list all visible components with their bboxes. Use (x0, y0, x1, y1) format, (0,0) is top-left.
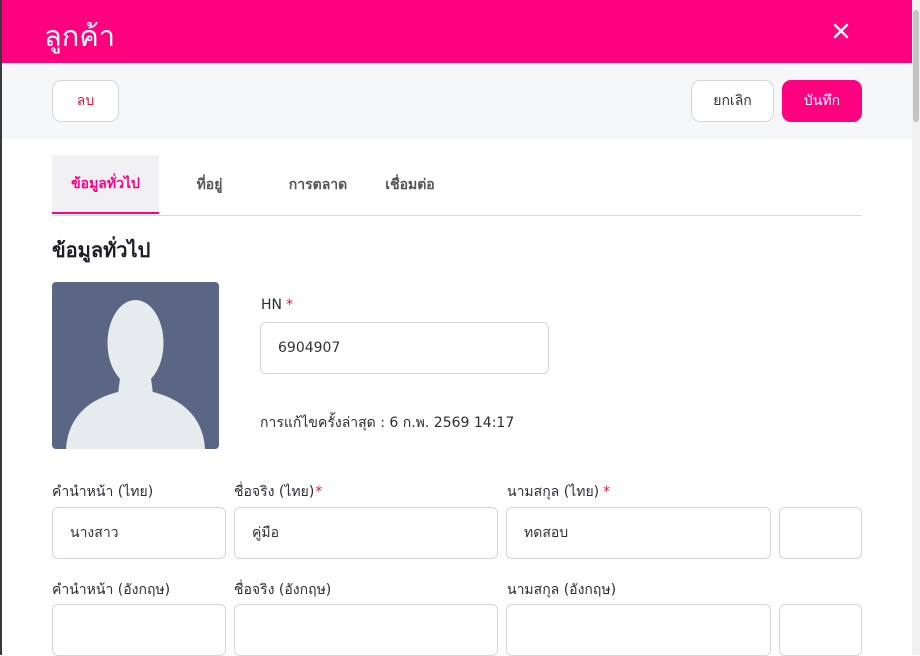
close-button[interactable] (828, 18, 854, 44)
scrollbar-thumb[interactable] (913, 10, 919, 122)
extra-en-input[interactable] (779, 604, 862, 656)
modal-title: ลูกค้า (44, 19, 116, 53)
prefix-th-label: คำนำหน้า (ไทย) (52, 484, 154, 500)
tab-general[interactable]: ข้อมูลทั่วไป (52, 155, 159, 214)
first-name-en-input[interactable] (234, 604, 498, 656)
required-mark: * (315, 484, 323, 500)
tab-marketing[interactable]: การตลาด (268, 155, 368, 214)
last-name-th-label-text: นามสกุล (ไทย) (507, 484, 600, 500)
hn-label: HN * (261, 295, 293, 315)
first-name-th-label-text: ชื่อจริง (ไทย) (234, 484, 315, 500)
prefix-en-label: คำนำหน้า (อังกฤษ) (52, 582, 171, 598)
close-icon (833, 23, 849, 39)
first-name-en-label: ชื่อจริง (อังกฤษ) (234, 582, 332, 598)
delete-button[interactable]: ลบ (52, 80, 119, 122)
last-name-th-label: นามสกุล (ไทย) * (507, 482, 610, 502)
user-silhouette-icon (66, 300, 205, 449)
required-mark: * (286, 297, 293, 313)
prefix-en-input[interactable] (52, 604, 226, 656)
section-title: ข้อมูลทั่วไป (52, 238, 151, 262)
modal-header: ลูกค้า (2, 0, 912, 63)
last-edited-text: การแก้ไขครั้งล่าสุด : 6 ก.พ. 2569 14:17 (260, 415, 515, 431)
extra-th-input[interactable] (779, 507, 862, 559)
first-name-th-label: ชื่อจริง (ไทย)* (234, 482, 322, 502)
last-name-en-input[interactable] (506, 604, 771, 656)
save-button[interactable]: บันทึก (782, 80, 862, 122)
tab-connect[interactable]: เชื่อมต่อ (374, 155, 446, 214)
tab-bar: ข้อมูลทั่วไป ที่อยู่ การตลาด เชื่อมต่อ (52, 155, 862, 216)
toolbar: ลบ ยกเลิก บันทึก (2, 63, 912, 139)
cancel-button[interactable]: ยกเลิก (691, 80, 774, 122)
customer-avatar[interactable] (52, 282, 219, 449)
first-name-th-input[interactable]: คู่มือ (234, 507, 498, 559)
hn-input[interactable]: 6904907 (260, 322, 549, 374)
hn-label-text: HN (261, 297, 282, 313)
tab-address[interactable]: ที่อยู่ (182, 155, 237, 214)
last-name-en-label: นามสกุล (อังกฤษ) (507, 582, 617, 598)
required-mark: * (603, 484, 611, 500)
scrollbar[interactable] (912, 0, 920, 655)
last-name-th-input[interactable]: ทดสอบ (506, 507, 771, 559)
prefix-th-input[interactable]: นางสาว (52, 507, 226, 559)
